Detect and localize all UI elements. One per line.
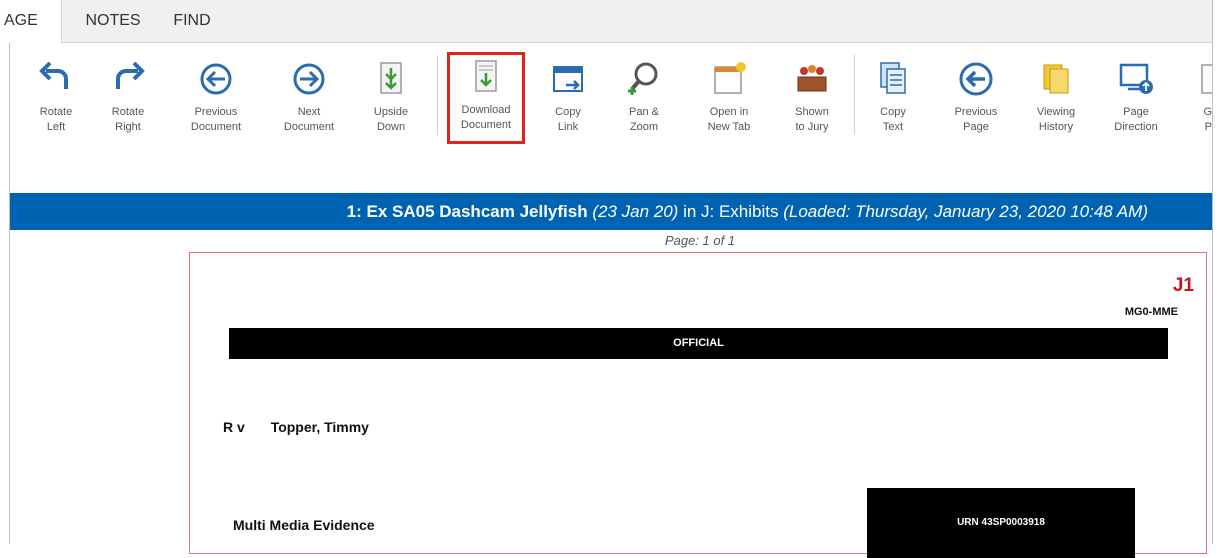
previous-document-label: Previous Document <box>190 106 242 133</box>
upside-down-label: Upside Down <box>373 106 409 133</box>
copy-text-label: Copy Text <box>880 106 906 133</box>
official-banner: OFFICIAL <box>229 328 1168 359</box>
rotate-left-icon <box>39 61 68 89</box>
partial-label: G P <box>1203 106 1212 133</box>
page-direction-button[interactable]: Page Direction <box>1100 57 1172 147</box>
urn-box: URN 43SP0003918 <box>867 488 1135 558</box>
copy-link-label: Copy Link <box>555 106 581 133</box>
ribbon-divider <box>437 55 438 135</box>
partial-button[interactable]: G P <box>1178 57 1212 147</box>
copy-link-icon <box>553 66 583 92</box>
document-heading: Multi Media Evidence <box>233 517 375 533</box>
tab-notes[interactable]: NOTES <box>78 0 148 42</box>
upside-down-icon <box>380 62 402 94</box>
document-page: J1 MG0-MME OFFICIAL R v Topper, Timmy Mu… <box>189 252 1207 558</box>
ribbon-toolbar: Rotate Left Rotate Right Previous Docume… <box>0 43 1218 146</box>
shown-to-jury-label: Shown to Jury <box>795 106 829 133</box>
rotate-right-button[interactable]: Rotate Right <box>92 57 164 147</box>
tab-find[interactable]: FIND <box>162 0 222 42</box>
document-loaded: (Loaded: Thursday, January 23, 2020 10:4… <box>783 202 1148 221</box>
shown-to-jury-button[interactable]: Shown to Jury <box>776 57 848 147</box>
previous-document-button[interactable]: Previous Document <box>180 57 252 147</box>
page-direction-icon <box>1119 63 1153 94</box>
rotate-right-icon <box>116 61 145 89</box>
next-document-label: Next Document <box>283 106 335 133</box>
rotate-right-label: Rotate Right <box>111 106 145 133</box>
download-document-label: Download Document <box>460 104 512 131</box>
previous-document-icon <box>200 63 232 95</box>
pan-zoom-icon <box>628 62 658 95</box>
defendant-name: Topper, Timmy <box>270 419 369 435</box>
download-document-icon <box>475 60 497 92</box>
previous-page-icon <box>959 62 993 96</box>
upside-down-button[interactable]: Upside Down <box>355 57 427 147</box>
document-title: 1: Ex SA05 Dashcam Jellyfish <box>346 202 588 221</box>
panel-border-left <box>9 43 10 544</box>
panel-border-right <box>1212 0 1218 544</box>
open-new-tab-icon <box>714 62 746 94</box>
previous-page-button[interactable]: Previous Page <box>940 57 1012 147</box>
shown-to-jury-icon <box>797 65 827 92</box>
next-document-icon <box>293 63 325 95</box>
document-date: (23 Jan 20) <box>592 202 679 221</box>
viewing-history-icon <box>1043 64 1069 94</box>
open-new-tab-label: Open in New Tab <box>707 106 751 133</box>
next-document-button[interactable]: Next Document <box>273 57 345 147</box>
download-document-button[interactable]: Download Document <box>447 52 525 144</box>
exhibit-reference: J1 <box>1172 275 1194 296</box>
case-title: R v Topper, Timmy <box>223 419 369 435</box>
ribbon-divider <box>854 55 855 135</box>
open-new-tab-button[interactable]: Open in New Tab <box>693 57 765 147</box>
copy-link-button[interactable]: Copy Link <box>532 57 604 147</box>
page-counter: Page: 1 of 1 <box>664 233 736 248</box>
tab-page[interactable]: AGE <box>0 0 62 43</box>
document-title-line: 1: Ex SA05 Dashcam Jellyfish (23 Jan 20)… <box>347 193 1148 230</box>
previous-page-label: Previous Page <box>954 106 998 133</box>
page-direction-label: Page Direction <box>1114 106 1158 133</box>
pan-zoom-label: Pan & Zoom <box>629 106 659 133</box>
viewing-history-label: Viewing History <box>1036 106 1076 133</box>
case-prefix: R v <box>223 419 245 435</box>
partial-icon <box>1201 64 1212 94</box>
copy-text-button[interactable]: Copy Text <box>857 57 929 147</box>
pan-zoom-button[interactable]: Pan & Zoom <box>608 57 680 147</box>
rotate-left-label: Rotate Left <box>39 106 73 133</box>
document-header-bar: 1: Ex SA05 Dashcam Jellyfish (23 Jan 20)… <box>10 193 1212 230</box>
tab-strip: AGE NOTES FIND <box>0 0 1218 43</box>
rotate-left-button[interactable]: Rotate Left <box>20 57 92 147</box>
form-code: MG0-MME <box>1124 306 1178 318</box>
copy-text-icon <box>880 62 906 94</box>
viewing-history-button[interactable]: Viewing History <box>1020 57 1092 147</box>
document-location: in J: Exhibits <box>678 202 784 221</box>
